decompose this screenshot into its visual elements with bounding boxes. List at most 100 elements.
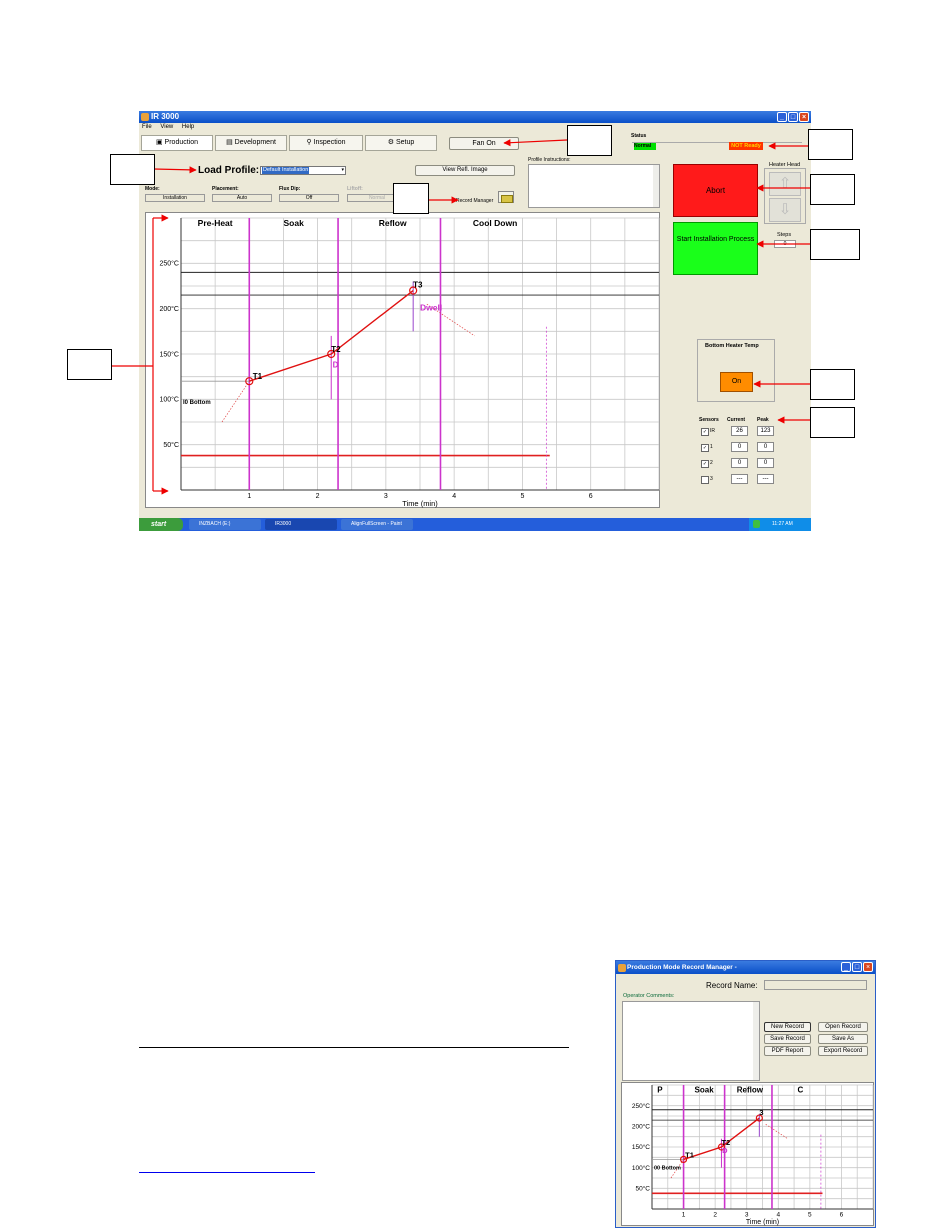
tab-setup[interactable]: ⚙ Setup	[365, 135, 437, 151]
dwell-label: Dwell	[420, 302, 442, 312]
view-refl-image-button[interactable]: View Refl. Image	[415, 165, 515, 176]
setup-icon: ⚙	[387, 139, 396, 146]
abort-button[interactable]: Abort	[673, 164, 758, 217]
tab-development[interactable]: ▤ Development	[215, 135, 287, 151]
sensor-peak-value: 0	[757, 458, 774, 468]
mode-label: Mode:	[145, 186, 160, 192]
y-tick-label: 100°C	[159, 396, 179, 404]
record-name-field[interactable]	[764, 980, 867, 990]
taskbar-clock: 11:27 AM	[772, 521, 793, 527]
menu-bar: File View Help	[139, 123, 811, 132]
callout-box-chart	[67, 349, 112, 380]
rm-close-icon[interactable]: ×	[863, 962, 873, 972]
steps-field[interactable]: 0	[774, 240, 796, 248]
x-tick-label: 6	[840, 1212, 844, 1219]
tab-inspection[interactable]: ⚲ Inspection	[289, 135, 363, 151]
x-tick-label: 1	[682, 1212, 686, 1219]
rm-minimize-icon[interactable]: _	[841, 962, 851, 972]
maximize-icon[interactable]: □	[788, 112, 798, 122]
sensor-checkbox[interactable]: ✓	[701, 428, 709, 436]
close-icon[interactable]: ×	[799, 112, 809, 122]
pdf-report-button[interactable]: PDF Report	[764, 1046, 811, 1056]
instructions-scrollbar[interactable]	[653, 165, 659, 207]
production-icon: ▣	[155, 139, 165, 146]
arrow-up-icon[interactable]: ⇧	[769, 172, 801, 196]
comments-scrollbar[interactable]	[753, 1002, 759, 1080]
y-tick-label: 100°C	[632, 1164, 650, 1172]
menu-help[interactable]: Help	[182, 124, 194, 130]
record-manager-window: Production Mode Record Manager - _ □ × R…	[615, 960, 876, 1228]
sensor-checkbox[interactable]	[701, 476, 709, 484]
callout-box-record-manager	[393, 183, 429, 214]
operator-comments-textarea[interactable]	[622, 1001, 760, 1081]
sensor-peak-value: 123	[757, 426, 774, 436]
fan-on-button[interactable]: Fan On	[449, 137, 519, 150]
bottom-heater-on-button[interactable]: On	[720, 372, 753, 392]
profile-select[interactable]: Default Installation ▾	[260, 166, 346, 175]
menu-view[interactable]: View	[160, 124, 173, 130]
export-record-button[interactable]: Export Record	[818, 1046, 868, 1056]
app-icon	[141, 113, 149, 121]
rm-maximize-icon[interactable]: □	[852, 962, 862, 972]
record-manager-button[interactable]	[498, 191, 514, 203]
tray-icon[interactable]	[753, 520, 760, 528]
taskbar-item-ir3000[interactable]: IR3000	[265, 519, 337, 530]
x-tick-label: 4	[452, 493, 456, 500]
bottom-heater-label: Bottom Heater Temp	[705, 343, 759, 349]
y-tick-label: 50°C	[163, 441, 179, 449]
status-normal-badge: Normal	[634, 143, 656, 150]
save-as-button[interactable]: Save As	[818, 1034, 868, 1044]
dwell-d-label: D	[333, 361, 339, 370]
sensor-peak-value: ---	[757, 474, 774, 484]
rm-window-title: Production Mode Record Manager -	[627, 964, 737, 971]
start-installation-button[interactable]: Start Installation Process	[673, 222, 758, 275]
placement-field: Auto	[212, 194, 272, 202]
taskbar-item-drive[interactable]: INZBACH (E:)	[189, 519, 261, 530]
phase-label: P	[657, 1086, 663, 1095]
sensor-current-value: ---	[731, 474, 748, 484]
minimize-icon[interactable]: _	[777, 112, 787, 122]
sensor-name: 2	[710, 460, 713, 466]
phase-label: Pre-Heat	[198, 218, 233, 228]
sensor-checkbox[interactable]: ✓	[701, 460, 709, 468]
x-tick-label: 5	[808, 1212, 812, 1219]
start-button[interactable]: start	[139, 518, 183, 531]
rm-chart-svg: 250°C 200°C 150°C 100°C 50°C 1 2 3 4 5 6 Time (min)…	[632, 1084, 874, 1226]
t3-label: 3	[759, 1108, 763, 1117]
y-tick-label: 250°C	[159, 260, 179, 268]
new-record-button[interactable]: New Record	[764, 1022, 811, 1032]
sensor-checkbox[interactable]: ✓	[701, 444, 709, 452]
sensor-current-value: 0	[731, 442, 748, 452]
rm-profile-chart: 250°C 200°C 150°C 100°C 50°C 1 2 3 4 5 6 Time (min)…	[621, 1082, 874, 1226]
sensor-current-value: 26	[731, 426, 748, 436]
t1-label: T1	[685, 1150, 694, 1159]
ir3000-window: IR 3000 _ □ × File View Help ▣ Productio…	[139, 111, 811, 531]
callout-box-bottom-heater	[810, 369, 855, 400]
x-tick-label: 4	[776, 1212, 780, 1219]
title-bar: IR 3000 _ □ ×	[139, 111, 811, 123]
tab-production[interactable]: ▣ Production	[141, 135, 213, 151]
x-axis-title: Time (min)	[402, 499, 438, 508]
taskbar-item-paint[interactable]: AlignFullScreen - Paint	[341, 519, 413, 530]
peak-header: Peak	[757, 417, 769, 423]
x-tick-label: 2	[713, 1212, 717, 1219]
y-tick-label: 200°C	[159, 305, 179, 313]
x-axis-title: Time (min)	[746, 1219, 779, 1226]
sensor-name: IR	[710, 428, 715, 434]
main-chart-svg: 250°C 200°C 150°C 100°C 50°C 1 2 3 4 5 6 Time (min)…	[159, 217, 660, 508]
y-tick-label: 250°C	[632, 1102, 650, 1110]
phase-label: Soak	[695, 1086, 715, 1095]
callout-box-fan	[567, 125, 612, 156]
tab-inspection-label: Inspection	[313, 139, 346, 146]
profile-instructions-textarea[interactable]	[528, 164, 660, 208]
y-tick-label: 50°C	[635, 1185, 650, 1193]
sensor-current-value: 0	[731, 458, 748, 468]
open-record-button[interactable]: Open Record	[818, 1022, 868, 1032]
arrow-down-icon[interactable]: ⇩	[769, 198, 801, 222]
start-label: start	[151, 521, 167, 528]
phase-label: Cool Down	[473, 218, 517, 228]
save-record-button[interactable]: Save Record	[764, 1034, 811, 1044]
menu-file[interactable]: File	[142, 124, 152, 130]
document-rule	[139, 1047, 569, 1048]
chevron-down-icon[interactable]: ▾	[341, 167, 344, 174]
